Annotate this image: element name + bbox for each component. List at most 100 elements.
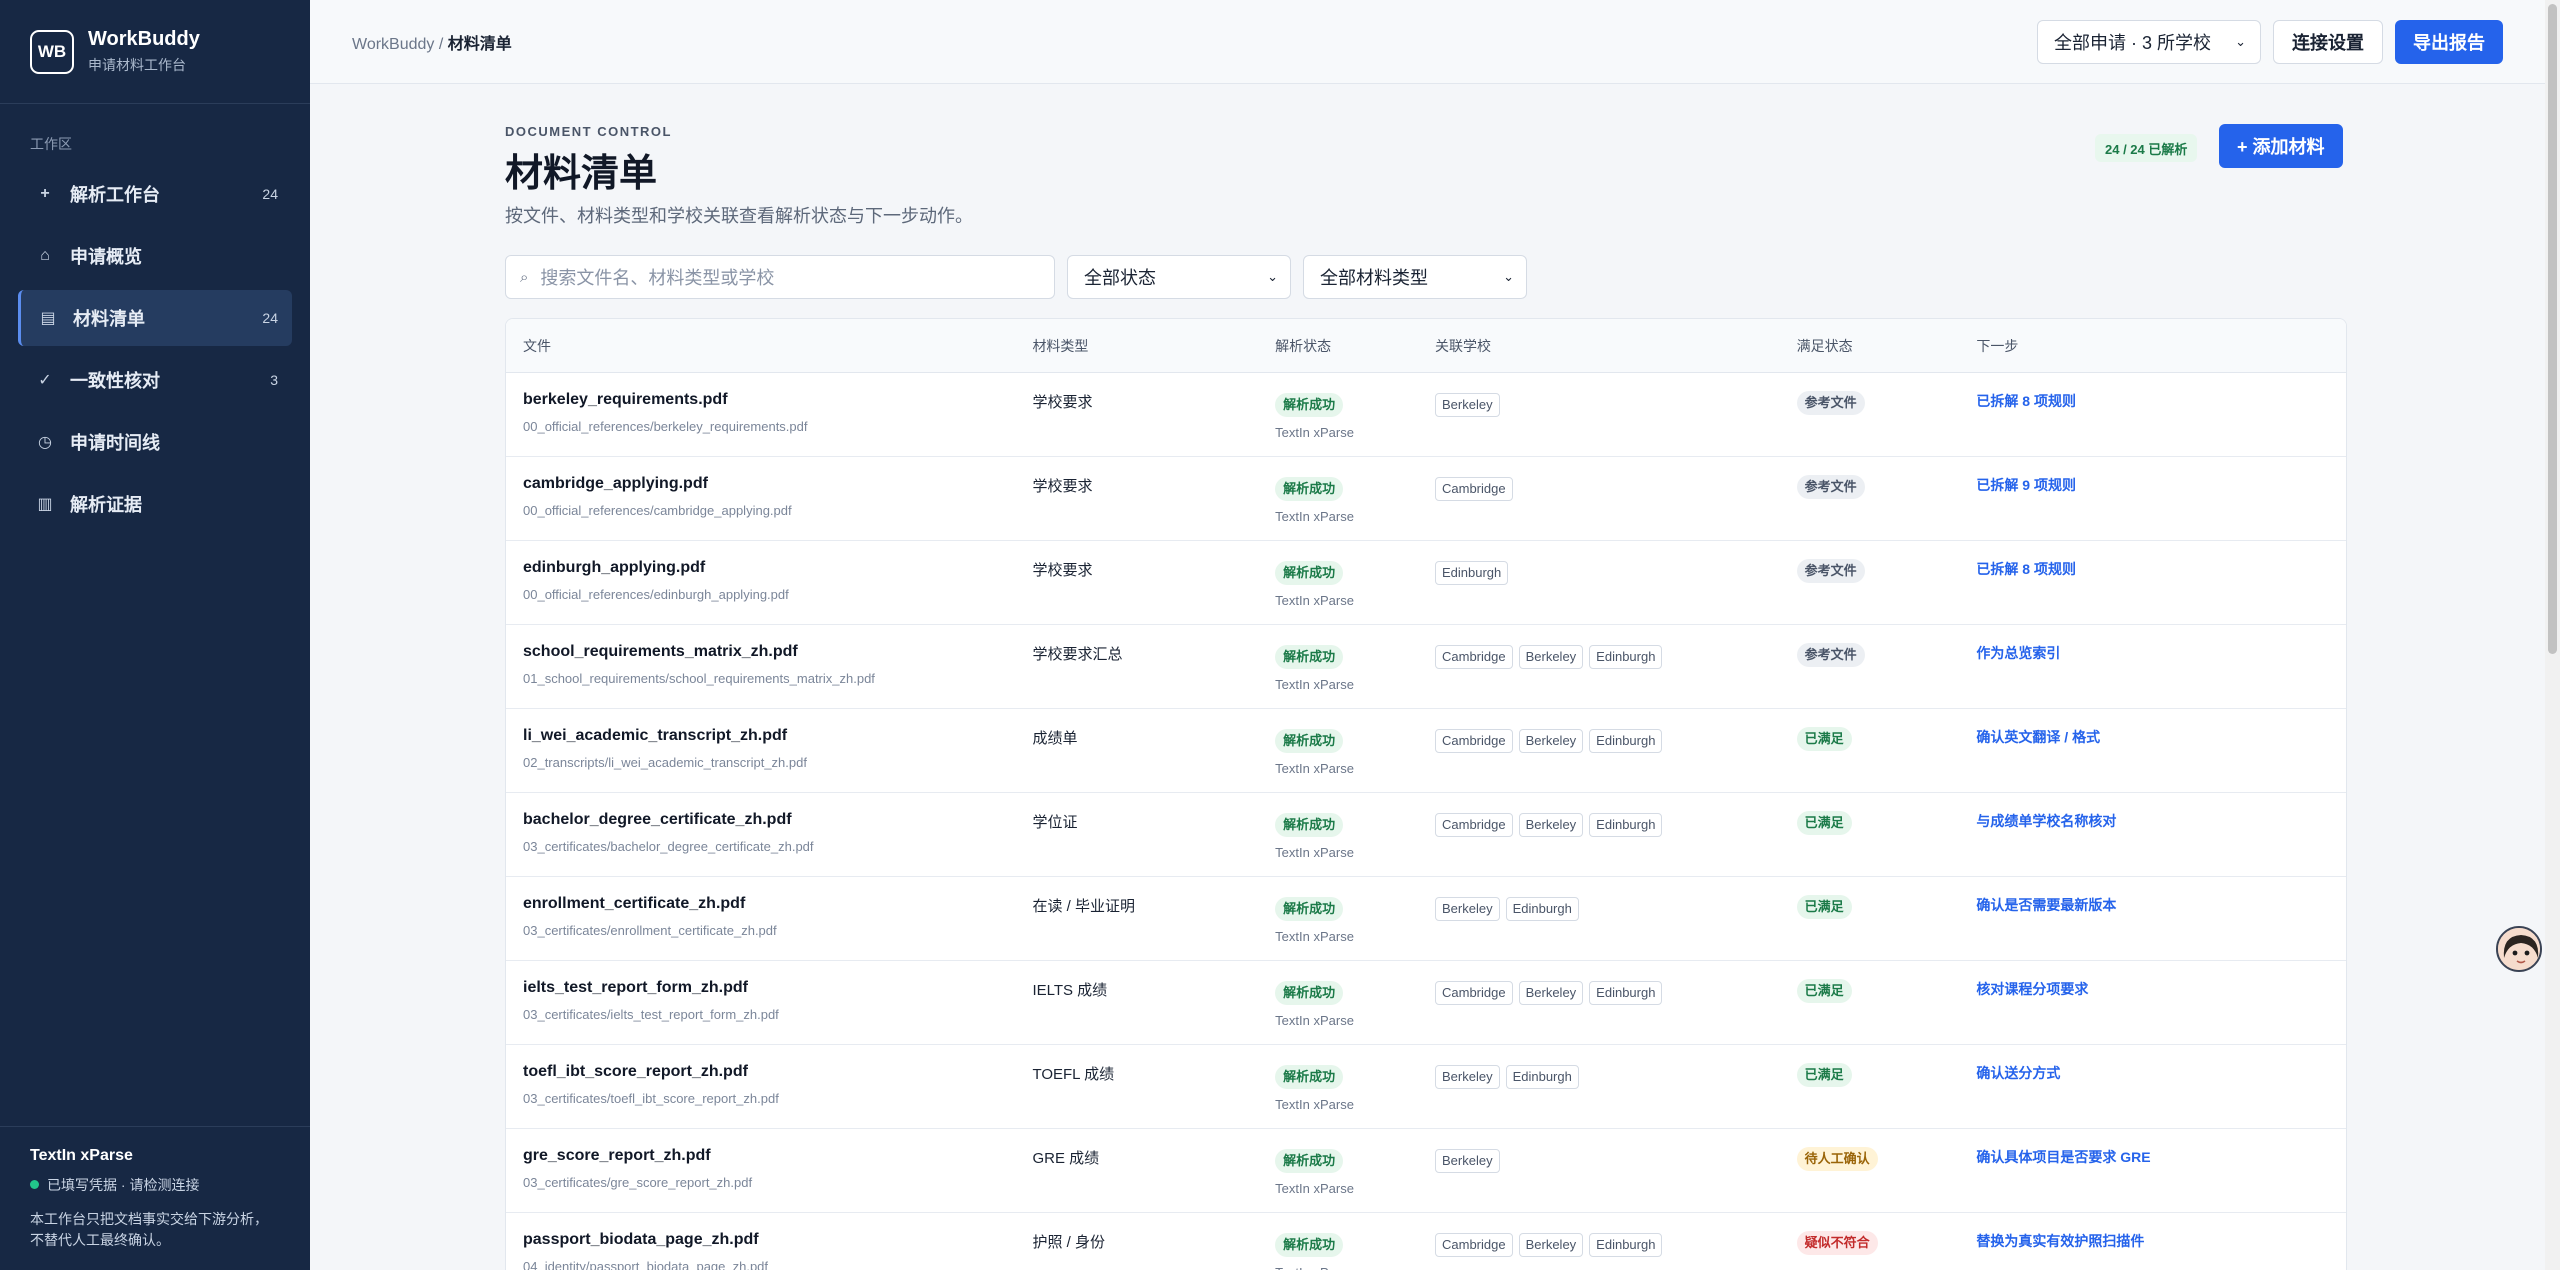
sidebar-item-check[interactable]: ✓ 一致性核对 3	[18, 352, 292, 408]
connection-status[interactable]: 已填写凭据 · 请检测连接	[30, 1175, 280, 1195]
status-filter-select[interactable]: 全部状态 ⌄	[1067, 255, 1291, 299]
sidebar: WB WorkBuddy 申请材料工作台 工作区 + 解析工作台 24 ⌂ 申请概览 ▤ 材…	[0, 0, 310, 1270]
file-name[interactable]: gre_score_report_zh.pdf	[523, 1147, 1032, 1165]
parse-status-badge: 解析成功	[1275, 729, 1344, 753]
parse-engine: TextIn xParse	[1275, 929, 1354, 944]
parsed-count-badge: 24 / 24 已解析	[2095, 134, 2198, 162]
file-path: 03_certificates/bachelor_degree_certific…	[523, 839, 814, 854]
connection-settings-button[interactable]: 连接设置	[2273, 19, 2383, 64]
next-step-link[interactable]: 核对课程分项要求	[1976, 981, 2088, 997]
next-step-link[interactable]: 与成绩单学校名称核对	[1976, 813, 2116, 829]
add-material-button[interactable]: + 添加材料	[2219, 124, 2343, 168]
school-tag: Cambridge	[1435, 1233, 1513, 1257]
next-step-link[interactable]: 确认送分方式	[1976, 1065, 2060, 1081]
connection-status-text: 已填写凭据 · 请检测连接	[47, 1176, 200, 1193]
chevron-down-icon: ⌄	[1267, 269, 1278, 284]
file-path: 01_school_requirements/school_requiremen…	[523, 671, 875, 686]
file-name[interactable]: toefl_ibt_score_report_zh.pdf	[523, 1063, 1032, 1081]
breadcrumb-root[interactable]: WorkBuddy /	[352, 36, 443, 53]
assistant-avatar[interactable]	[2496, 926, 2542, 972]
next-step-link[interactable]: 替换为真实有效护照扫描件	[1976, 1233, 2144, 1249]
file-name[interactable]: bachelor_degree_certificate_zh.pdf	[523, 811, 1032, 829]
school-tags: Edinburgh	[1435, 541, 1797, 624]
sidebar-item-list[interactable]: ▤ 材料清单 24	[18, 290, 292, 346]
school-tag: Cambridge	[1435, 729, 1513, 753]
page-scrollbar[interactable]	[2545, 0, 2560, 1270]
school-tag: Berkeley	[1518, 813, 1584, 837]
chevron-down-icon: ⌄	[2235, 33, 2246, 49]
material-type: 护照 / 身份	[1032, 1234, 1105, 1251]
table-row[interactable]: berkeley_requirements.pdf 00_official_ref…	[506, 373, 2346, 457]
next-step-link[interactable]: 确认英文翻译 / 格式	[1976, 729, 2100, 745]
file-name[interactable]: edinburgh_applying.pdf	[523, 559, 1032, 577]
type-filter-select[interactable]: 全部材料类型 ⌄	[1303, 255, 1527, 299]
table-row[interactable]: bachelor_degree_certificate_zh.pdf 03_cer…	[506, 793, 2346, 877]
table-row[interactable]: passport_biodata_page_zh.pdf 04_identity/…	[506, 1213, 2346, 1270]
file-path: 03_certificates/ielts_test_report_form_z…	[523, 1007, 779, 1022]
school-tags: Berkeley Edinburgh	[1435, 1045, 1797, 1128]
export-report-button[interactable]: 导出报告	[2395, 19, 2503, 64]
file-name[interactable]: ielts_test_report_form_zh.pdf	[523, 979, 1032, 997]
material-type: 学校要求	[1032, 394, 1093, 411]
table-row[interactable]: enrollment_certificate_zh.pdf 03_certific…	[506, 877, 2346, 961]
material-type: 成绩单	[1032, 730, 1078, 747]
page-kicker: DOCUMENT CONTROL	[505, 124, 672, 139]
file-name[interactable]: passport_biodata_page_zh.pdf	[523, 1231, 1032, 1249]
page-title: 材料清单	[505, 153, 658, 195]
next-step-link[interactable]: 确认具体项目是否要求 GRE	[1976, 1149, 2150, 1165]
sidebar-item-count: 24	[262, 186, 278, 202]
sidebar-item-plus[interactable]: + 解析工作台 24	[18, 166, 292, 222]
file-path: 04_identity/passport_biodata_page_zh.pdf	[523, 1259, 769, 1270]
parse-status-badge: 解析成功	[1275, 561, 1344, 585]
next-step-link[interactable]: 确认是否需要最新版本	[1976, 897, 2116, 913]
type-filter-value: 全部材料类型	[1320, 268, 1428, 288]
clock-icon: ◷	[38, 434, 52, 451]
assistant-face-icon	[2498, 928, 2540, 970]
plus-icon: +	[40, 185, 50, 202]
school-tag: Edinburgh	[1589, 981, 1663, 1005]
home-icon: ⌂	[40, 247, 50, 264]
sidebar-item-home[interactable]: ⌂ 申请概览	[18, 228, 292, 284]
school-tag: Edinburgh	[1505, 1065, 1579, 1089]
next-step-link[interactable]: 已拆解 9 项规则	[1976, 477, 2076, 493]
file-path: 00_official_references/edinburgh_applyin…	[523, 587, 789, 602]
school-tags: Cambridge Berkeley Edinburgh	[1435, 709, 1797, 792]
table-row[interactable]: cambridge_applying.pdf 00_official_refere…	[506, 457, 2346, 541]
table-row[interactable]: edinburgh_applying.pdf 00_official_refere…	[506, 541, 2346, 625]
file-name[interactable]: cambridge_applying.pdf	[523, 475, 1032, 493]
school-tags: Cambridge Berkeley Edinburgh	[1435, 793, 1797, 876]
sidebar-item-label: 解析证据	[70, 495, 142, 515]
file-name[interactable]: enrollment_certificate_zh.pdf	[523, 895, 1032, 913]
parse-engine: TextIn xParse	[1275, 761, 1354, 776]
school-tag: Berkeley	[1435, 1065, 1500, 1089]
table-row[interactable]: school_requirements_matrix_zh.pdf 01_scho…	[506, 625, 2346, 709]
table-row[interactable]: toefl_ibt_score_report_zh.pdf 03_certific…	[506, 1045, 2346, 1129]
school-tags: Cambridge Berkeley Edinburgh	[1435, 625, 1797, 708]
next-step-link[interactable]: 作为总览索引	[1976, 645, 2060, 661]
sidebar-item-clock[interactable]: ◷ 申请时间线	[18, 414, 292, 470]
next-step-link[interactable]: 已拆解 8 项规则	[1976, 561, 2076, 577]
school-tags: Berkeley	[1435, 373, 1797, 456]
material-type: 在读 / 毕业证明	[1032, 898, 1135, 915]
brand[interactable]: WB WorkBuddy 申请材料工作台	[0, 0, 310, 104]
application-scope-select[interactable]: 全部申请 · 3 所学校 ⌄	[2037, 19, 2261, 64]
school-tag: Edinburgh	[1589, 813, 1663, 837]
table-row[interactable]: li_wei_academic_transcript_zh.pdf 02_tran…	[506, 709, 2346, 793]
table-row[interactable]: gre_score_report_zh.pdf 03_certificates/g…	[506, 1129, 2346, 1213]
scrollbar-thumb[interactable]	[2548, 4, 2557, 654]
next-step-link[interactable]: 已拆解 8 项规则	[1976, 393, 2076, 409]
sidebar-item-columns[interactable]: ▥ 解析证据	[18, 476, 292, 532]
search-icon: ⌕	[520, 268, 529, 286]
file-name[interactable]: li_wei_academic_transcript_zh.pdf	[523, 727, 1032, 745]
table-row[interactable]: ielts_test_report_form_zh.pdf 03_certific…	[506, 961, 2346, 1045]
file-path: 03_certificates/gre_score_report_zh.pdf	[523, 1175, 753, 1190]
parse-status-badge: 解析成功	[1275, 1065, 1344, 1089]
parse-status-badge: 解析成功	[1275, 645, 1344, 669]
file-name[interactable]: school_requirements_matrix_zh.pdf	[523, 643, 1032, 661]
file-name[interactable]: berkeley_requirements.pdf	[523, 391, 1032, 409]
material-type: 学校要求	[1032, 478, 1093, 495]
sidebar-item-label: 一致性核对	[70, 371, 160, 391]
material-type: 学校要求汇总	[1032, 646, 1123, 663]
search-input[interactable]: ⌕ 搜索文件名、材料类型或学校	[505, 255, 1055, 299]
parse-engine: TextIn xParse	[1275, 1265, 1435, 1270]
